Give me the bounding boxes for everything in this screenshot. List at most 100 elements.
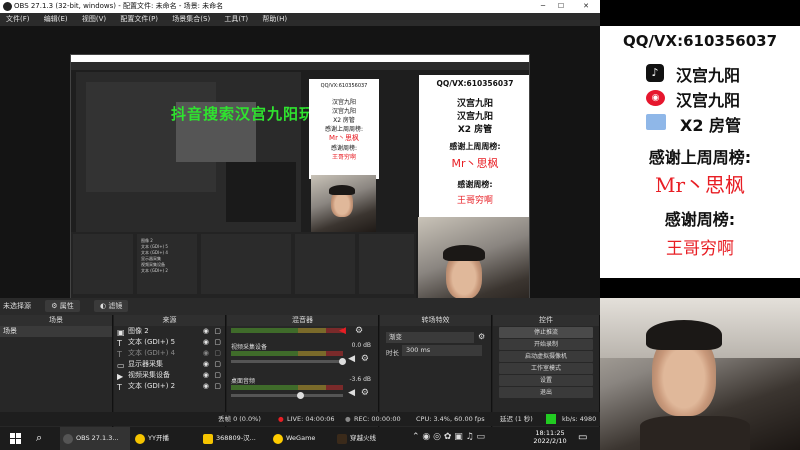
channel-name: 桌面音频 — [231, 378, 256, 385]
search-icon[interactable]: ⌕ — [36, 431, 42, 445]
obs-logo-icon — [3, 2, 12, 11]
menu-file[interactable]: 文件(F) — [6, 15, 30, 23]
volume-slider[interactable] — [231, 392, 343, 399]
channel-db: 0.0 dB — [351, 342, 371, 349]
taskbar-app-obs[interactable]: OBS 27.1.3... — [60, 427, 130, 450]
window-title: OBS 27.1.3 (32-bit, windows) - 配置文件: 未命名… — [14, 2, 224, 10]
speaker-icon[interactable]: ◀ — [348, 354, 355, 364]
start-recording-button[interactable]: 开始录制 — [499, 339, 593, 350]
live-indicator-icon: ● — [278, 415, 284, 423]
start-virtual-camera-button[interactable]: 启动虚拟摄像机 — [499, 351, 593, 362]
wegame-icon — [273, 434, 283, 444]
nested-white-card-2: QQ/VX:610356037 汉宫九阳 汉宫九阳 X2 房管 感谢上周周榜: … — [419, 75, 529, 217]
controls-dock: 控件 停止推流 开始录制 启动虚拟摄像机 工作室模式 设置 退出 — [493, 315, 600, 427]
notification-icon[interactable]: ▭ — [578, 432, 587, 443]
douyin-icon: ♪ — [646, 64, 664, 82]
eye-icon[interactable]: ◉ — [203, 326, 209, 337]
weibo-icon: ◉ — [646, 90, 665, 106]
obs-icon — [63, 434, 73, 444]
stream-delay: 延迟 (1 秒) — [500, 415, 533, 423]
source-item[interactable]: T 文本 (GDI+) 4 ◉ ▢ — [114, 348, 225, 359]
overlay-last-week-name: Mr丶思枫 — [654, 173, 746, 197]
stop-streaming-button[interactable]: 停止推流 — [499, 327, 593, 338]
clock-date: 2022/2/10 — [533, 437, 567, 445]
menu-view[interactable]: 视图(V) — [82, 15, 106, 23]
overlay-info-card: QQ/VX:610356037 ♪ 汉宫九阳 ◉ 汉宫九阳 X2 房管 感谢上周… — [600, 26, 800, 278]
lock-icon[interactable]: ▢ — [214, 326, 221, 337]
transition-select[interactable]: 渐变 — [386, 332, 474, 343]
minimize-button[interactable]: ─ — [535, 0, 551, 13]
settings-button[interactable]: 设置 — [499, 375, 593, 386]
nested-white-card: QQ/VX:610356037 汉宫九阳 汉宫九阳 X2 房管 感谢上周周榜: … — [309, 79, 379, 179]
overlay-platform-x2: X2 房管 — [680, 116, 742, 135]
taskbar-app-yy[interactable]: YY开播 — [132, 427, 194, 450]
gear-icon[interactable]: ⚙ — [478, 332, 485, 341]
source-item[interactable]: T 文本 (GDI+) 5 ◉ ▢ — [114, 337, 225, 348]
mixer-dock-title: 混音器 — [227, 315, 378, 326]
lock-icon[interactable]: ▢ — [214, 348, 221, 359]
lock-icon[interactable]: ▢ — [214, 359, 221, 370]
game-icon — [203, 434, 213, 444]
preview-canvas[interactable]: 抖音搜索汉宫九阳玩儿 QQ/VX:610356037 汉宫九阳 汉宫九阳 X2 … — [0, 26, 600, 319]
clock-time: 18:11:25 — [535, 429, 565, 437]
menu-help[interactable]: 帮助(H) — [262, 15, 287, 23]
transitions-dock: 转场特效 渐变 ⚙ 时长 300 ms — [380, 315, 492, 427]
windows-start-icon[interactable] — [10, 433, 21, 444]
overlay-last-week-title: 感谢上周周榜: — [648, 148, 752, 167]
source-item[interactable]: ▶ 视频采集设备 ◉ ▢ — [114, 370, 225, 381]
overlay-platform-weibo: 汉宫九阳 — [676, 91, 741, 110]
source-item[interactable]: ▭ 显示器采集 ◉ ▢ — [114, 359, 225, 370]
dropped-frames: 丢帧 0 (0.0%) — [218, 415, 261, 423]
taskbar-app-368809[interactable]: 368809-汉... — [200, 427, 266, 450]
muted-speaker-icon[interactable]: ◀ — [339, 326, 346, 336]
eye-icon[interactable]: ◉ — [203, 348, 209, 359]
rec-indicator-icon: ● — [345, 415, 351, 423]
sources-dock: 来源 ▣ 图像 2 ◉ ▢ T 文本 (GDI+) 5 ◉ ▢ T 文本 (GDI+) 4 ◉ ▢… — [114, 315, 226, 427]
tray-icons[interactable]: ⌃ ◉ ◎ ✿ ▣ ♫ ▭ — [412, 432, 485, 442]
stream-health-indicator — [546, 414, 556, 424]
menu-tools[interactable]: 工具(T) — [224, 15, 248, 23]
lock-icon[interactable]: ▢ — [214, 370, 221, 381]
nested-obs-capture: 抖音搜索汉宫九阳玩儿 QQ/VX:610356037 汉宫九阳 汉宫九阳 X2 … — [70, 54, 530, 319]
scene-item[interactable]: 场景 — [0, 326, 112, 337]
menu-scene-collection[interactable]: 场景集合(S) — [172, 15, 210, 23]
nested-recursive-preview — [76, 72, 301, 232]
level-meter — [231, 328, 343, 333]
exit-button[interactable]: 退出 — [499, 387, 593, 398]
eye-icon[interactable]: ◉ — [203, 337, 209, 348]
menu-profile[interactable]: 配置文件(P) — [120, 15, 158, 23]
window-titlebar: OBS 27.1.3 (32-bit, windows) - 配置文件: 未命名… — [0, 0, 600, 13]
close-button[interactable]: ✕ — [578, 0, 594, 13]
eye-icon[interactable]: ◉ — [203, 359, 209, 370]
menu-bar: 文件(F) 编辑(E) 视图(V) 配置文件(P) 场景集合(S) 工具(T) … — [0, 13, 600, 26]
filters-button[interactable]: ◐ 滤镜 — [93, 300, 129, 312]
audio-mixer-dock: 混音器 ◀ ⚙ 视频采集设备 0.0 dB ◀ ⚙ 桌面音频 -3.6 dB ◀… — [227, 315, 379, 427]
taskbar-app-wegame[interactable]: WeGame — [270, 427, 330, 450]
gear-icon[interactable]: ⚙ — [361, 388, 369, 398]
source-item[interactable]: ▣ 图像 2 ◉ ▢ — [114, 326, 225, 337]
menu-edit[interactable]: 编辑(E) — [44, 15, 68, 23]
taskbar-app-cf[interactable]: 穿越火线 — [334, 427, 400, 450]
transitions-dock-title: 转场特效 — [380, 315, 491, 326]
clock[interactable]: 18:11:25 2022/2/10 — [530, 429, 570, 445]
lock-icon[interactable]: ▢ — [214, 337, 221, 348]
studio-mode-button[interactable]: 工作室模式 — [499, 363, 593, 374]
lock-icon[interactable]: ▢ — [214, 381, 221, 392]
duration-input[interactable]: 300 ms — [402, 345, 482, 356]
overlay-platform-douyin: 汉宫九阳 — [676, 66, 741, 85]
controls-dock-title: 控件 — [493, 315, 599, 326]
eye-icon[interactable]: ◉ — [203, 381, 209, 392]
x2-game-icon — [646, 114, 666, 130]
gear-icon[interactable]: ⚙ — [361, 354, 369, 364]
no-source-selected-label: 未选择源 — [3, 302, 31, 310]
properties-button[interactable]: ⚙ 属性 — [45, 300, 80, 312]
speaker-icon[interactable]: ◀ — [348, 388, 355, 398]
nested-menubar — [71, 62, 529, 70]
volume-slider[interactable] — [231, 358, 346, 365]
channel-name: 视频采集设备 — [231, 344, 268, 351]
gear-icon: ⚙ — [51, 302, 60, 310]
gear-icon[interactable]: ⚙ — [355, 326, 363, 336]
source-item[interactable]: T 文本 (GDI+) 2 ◉ ▢ — [114, 381, 225, 392]
maximize-button[interactable]: ☐ — [553, 0, 569, 13]
eye-icon[interactable]: ◉ — [203, 370, 209, 381]
